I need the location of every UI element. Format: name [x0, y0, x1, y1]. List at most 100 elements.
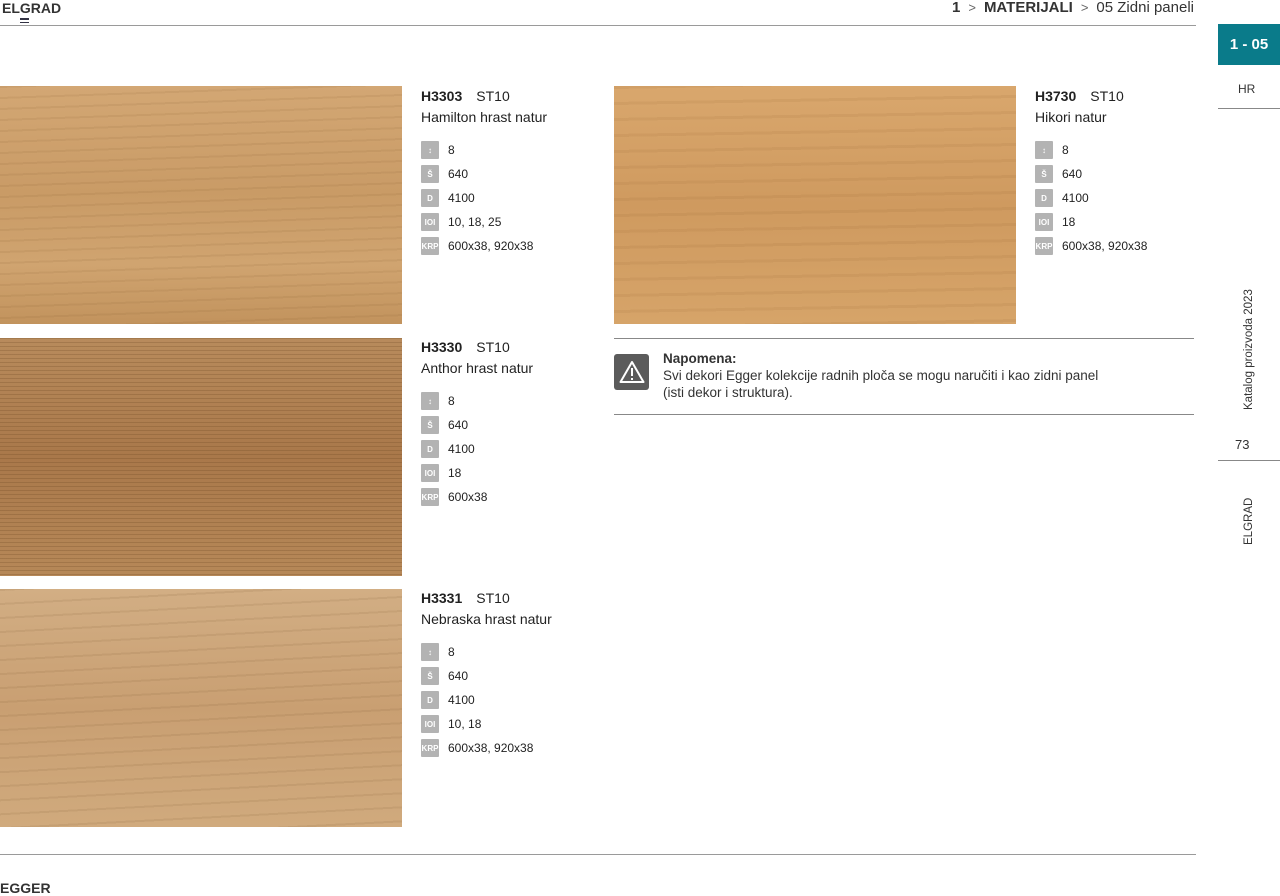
header-brand: ELGRAD [2, 0, 62, 16]
spec-row: KRP 600x38, 920x38 [421, 234, 601, 258]
length-icon: D [421, 691, 439, 709]
spec-row: Š 640 [421, 413, 601, 437]
product-code: H3330 [421, 339, 463, 355]
thickness-icon: ↕ [421, 392, 439, 410]
spec-value: 4100 [448, 442, 475, 456]
decor-swatch-image [614, 86, 1016, 324]
page-number: 73 [1235, 437, 1250, 452]
spec-value: 10, 18, 25 [448, 215, 502, 229]
header-divider [0, 25, 1196, 26]
chapter-tab[interactable]: 1 - 05 [1218, 24, 1280, 65]
spec-value: 600x38, 920x38 [448, 741, 534, 755]
krp-icon: KRP [421, 237, 439, 255]
catalog-label: Katalog proizvoda 2023 [1243, 289, 1255, 410]
spec-row: Š 640 [421, 162, 601, 186]
chevron-right-icon: > [1080, 0, 1089, 15]
thickness-icon: ↕ [421, 643, 439, 661]
spec-row: ↕ 8 [421, 640, 601, 664]
product-code: H3303 [421, 88, 463, 104]
spec-value: 8 [1062, 143, 1069, 157]
spec-row: D 4100 [1035, 186, 1215, 210]
spec-row: IOI 18 [421, 461, 601, 485]
product-code: H3730 [1035, 88, 1077, 104]
spec-row: Š 640 [421, 664, 601, 688]
spec-row: ↕ 8 [421, 138, 601, 162]
width-icon: Š [421, 416, 439, 434]
side-divider [1218, 108, 1280, 109]
product-name: Nebraska hrast natur [421, 611, 552, 627]
product-name: Hikori natur [1035, 109, 1107, 125]
product-info: H3303 ST10 Hamilton hrast natur ↕ 8 Š 640 D… [421, 88, 601, 258]
spec-row: D 4100 [421, 186, 601, 210]
spec-value: 10, 18 [448, 717, 482, 731]
footer-divider [0, 854, 1196, 855]
spec-value: 18 [448, 466, 462, 480]
spec-row: D 4100 [421, 437, 601, 461]
breadcrumb-number[interactable]: 1 [952, 0, 960, 16]
spec-row: KRP 600x38, 920x38 [421, 736, 601, 760]
breadcrumb: 1 > MATERIJALI > 05 Zidni paneli [952, 0, 1194, 16]
product-info: H3331 ST10 Nebraska hrast natur ↕ 8 Š 640 D… [421, 590, 601, 760]
spec-value: 640 [448, 669, 469, 683]
spec-row: ↕ 8 [1035, 138, 1215, 162]
length-icon: D [1035, 189, 1053, 207]
board-thickness-icon: IOI [421, 464, 439, 482]
spec-value: 8 [448, 143, 455, 157]
product-code: H3331 [421, 590, 463, 606]
structure-code: ST10 [1090, 88, 1124, 104]
product-name: Hamilton hrast natur [421, 109, 548, 125]
thickness-icon: ↕ [421, 141, 439, 159]
spec-value: 18 [1062, 215, 1076, 229]
spec-row: IOI 18 [1035, 210, 1215, 234]
width-icon: Š [1035, 165, 1053, 183]
krp-icon: KRP [1035, 237, 1053, 255]
language-label: HR [1238, 82, 1256, 96]
spec-value: 600x38, 920x38 [1062, 239, 1148, 253]
spec-row: ↕ 8 [421, 389, 601, 413]
spec-row: IOI 10, 18, 25 [421, 210, 601, 234]
thickness-icon: ↕ [1035, 141, 1053, 159]
spec-value: 8 [448, 394, 455, 408]
spec-value: 640 [448, 418, 469, 432]
note-text: Napomena: Svi dekori Egger kolekcije rad… [663, 350, 1183, 401]
spec-row: D 4100 [421, 688, 601, 712]
product-name: Anthor hrast natur [421, 360, 534, 376]
spec-value: 4100 [448, 191, 475, 205]
spec-value: 640 [448, 167, 469, 181]
width-icon: Š [421, 165, 439, 183]
note-line: Svi dekori Egger kolekcije radnih ploča … [663, 368, 1099, 383]
spec-value: 4100 [448, 693, 475, 707]
side-divider [1218, 460, 1280, 461]
structure-code: ST10 [476, 590, 510, 606]
length-icon: D [421, 189, 439, 207]
spec-value: 640 [1062, 167, 1083, 181]
krp-icon: KRP [421, 488, 439, 506]
spec-value: 8 [448, 645, 455, 659]
spec-row: Š 640 [1035, 162, 1215, 186]
width-icon: Š [421, 667, 439, 685]
breadcrumb-subsection[interactable]: 05 Zidni paneli [1096, 0, 1194, 16]
spec-row: KRP 600x38, 920x38 [1035, 234, 1215, 258]
decor-swatch-image [0, 338, 402, 576]
menu-icon[interactable] [20, 18, 29, 25]
structure-code: ST10 [476, 88, 510, 104]
length-icon: D [421, 440, 439, 458]
spec-value: 600x38 [448, 490, 488, 504]
spec-value: 4100 [1062, 191, 1089, 205]
structure-code: ST10 [476, 339, 510, 355]
note-title: Napomena: [663, 351, 737, 366]
board-thickness-icon: IOI [421, 715, 439, 733]
note-line: (isti dekor i struktura). [663, 385, 793, 400]
breadcrumb-section[interactable]: MATERIJALI [984, 0, 1073, 16]
spec-row: KRP 600x38 [421, 485, 601, 509]
spec-value: 600x38, 920x38 [448, 239, 534, 253]
product-info: H3330 ST10 Anthor hrast natur ↕ 8 Š 640 D 41… [421, 339, 601, 509]
chevron-right-icon: > [968, 0, 976, 15]
board-thickness-icon: IOI [1035, 213, 1053, 231]
warning-icon [614, 354, 649, 390]
side-brand: ELGRAD [1243, 497, 1255, 545]
krp-icon: KRP [421, 739, 439, 757]
decor-swatch-image [0, 86, 402, 324]
board-thickness-icon: IOI [421, 213, 439, 231]
spec-row: IOI 10, 18 [421, 712, 601, 736]
